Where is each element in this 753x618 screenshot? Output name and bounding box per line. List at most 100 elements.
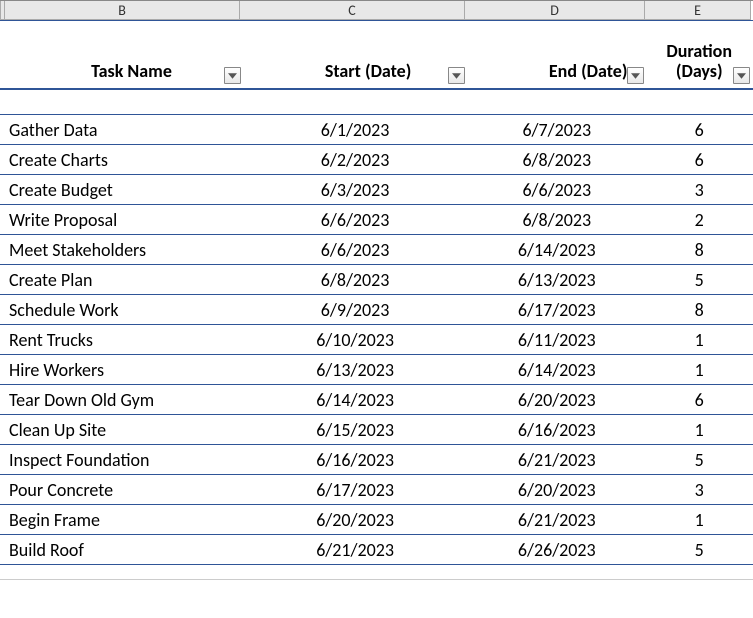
- cell-task[interactable]: Pour Concrete: [5, 475, 244, 504]
- cell-start[interactable]: 6/1/2023: [244, 115, 468, 144]
- table-row: Create Plan6/8/20236/13/20235: [0, 265, 753, 295]
- cell-task[interactable]: Build Roof: [5, 535, 244, 564]
- table-row: Inspect Foundation6/16/20236/21/20235: [0, 445, 753, 475]
- table-row: Create Budget6/3/20236/6/20233: [0, 175, 753, 205]
- cell-task[interactable]: Gather Data: [5, 115, 244, 144]
- cell-task[interactable]: Inspect Foundation: [5, 445, 244, 474]
- cell-task[interactable]: Hire Workers: [5, 355, 244, 384]
- spreadsheet: B C D E Task Name Start (Date): [0, 0, 753, 618]
- cell-duration[interactable]: 5: [647, 535, 753, 564]
- cell-duration[interactable]: 1: [647, 505, 753, 534]
- cell-end[interactable]: 6/21/2023: [468, 445, 647, 474]
- cell-start[interactable]: 6/10/2023: [244, 325, 468, 354]
- cell-start[interactable]: 6/21/2023: [244, 535, 468, 564]
- cell-end[interactable]: 6/21/2023: [468, 505, 647, 534]
- grid: Task Name Start (Date) End (Date): [0, 20, 753, 580]
- cell-end[interactable]: 6/20/2023: [468, 475, 647, 504]
- table-row: Begin Frame6/20/20236/21/20231: [0, 505, 753, 535]
- cell-task[interactable]: Tear Down Old Gym: [5, 385, 244, 414]
- cell-start[interactable]: 6/17/2023: [244, 475, 468, 504]
- cell-end[interactable]: 6/17/2023: [468, 295, 647, 324]
- filter-button-start[interactable]: [448, 67, 465, 84]
- header-end[interactable]: End (Date): [468, 21, 647, 88]
- cell-task[interactable]: Rent Trucks: [5, 325, 244, 354]
- cell-end[interactable]: 6/6/2023: [468, 175, 647, 204]
- column-headers-row: B C D E: [0, 0, 753, 20]
- cell-end[interactable]: 6/26/2023: [468, 535, 647, 564]
- header-end-label: End (Date): [549, 60, 628, 82]
- table-row: Meet Stakeholders6/6/20236/14/20238: [0, 235, 753, 265]
- cell-duration[interactable]: 5: [647, 445, 753, 474]
- cell-task[interactable]: Create Budget: [5, 175, 244, 204]
- cell-end[interactable]: 6/8/2023: [468, 205, 647, 234]
- table-row: Hire Workers6/13/20236/14/20231: [0, 355, 753, 385]
- col-header-D[interactable]: D: [465, 1, 645, 20]
- cell-duration[interactable]: 3: [647, 475, 753, 504]
- chevron-down-icon: [631, 73, 640, 79]
- cell-end[interactable]: 6/16/2023: [468, 415, 647, 444]
- header-duration-label-1: Duration: [666, 41, 732, 62]
- table-header-row: Task Name Start (Date) End (Date): [0, 20, 753, 90]
- cell-start[interactable]: 6/15/2023: [244, 415, 468, 444]
- chevron-down-icon: [452, 73, 461, 79]
- table-row: Rent Trucks6/10/20236/11/20231: [0, 325, 753, 355]
- cell-task[interactable]: Create Plan: [5, 265, 244, 294]
- cell-end[interactable]: 6/11/2023: [468, 325, 647, 354]
- cell-duration[interactable]: 1: [647, 355, 753, 384]
- cell-task[interactable]: Write Proposal: [5, 205, 244, 234]
- filter-button-task[interactable]: [224, 67, 241, 84]
- table-row: Tear Down Old Gym6/14/20236/20/20236: [0, 385, 753, 415]
- cell-duration[interactable]: 6: [647, 115, 753, 144]
- cell-end[interactable]: 6/20/2023: [468, 385, 647, 414]
- col-header-B[interactable]: B: [5, 1, 240, 20]
- cell-end[interactable]: 6/7/2023: [468, 115, 647, 144]
- header-task[interactable]: Task Name: [5, 21, 244, 88]
- header-duration[interactable]: Duration (Days): [647, 21, 753, 88]
- cell-start[interactable]: 6/6/2023: [244, 235, 468, 264]
- cell-end[interactable]: 6/14/2023: [468, 355, 647, 384]
- cell-end[interactable]: 6/13/2023: [468, 265, 647, 294]
- cell-start[interactable]: 6/3/2023: [244, 175, 468, 204]
- cell-start[interactable]: 6/13/2023: [244, 355, 468, 384]
- cell-duration[interactable]: 3: [647, 175, 753, 204]
- cell-start[interactable]: 6/16/2023: [244, 445, 468, 474]
- filter-button-duration[interactable]: [733, 67, 750, 84]
- header-start[interactable]: Start (Date): [244, 21, 468, 88]
- cell-task[interactable]: Meet Stakeholders: [5, 235, 244, 264]
- cell-duration[interactable]: 5: [647, 265, 753, 294]
- chevron-down-icon: [737, 73, 746, 79]
- cell-end[interactable]: 6/8/2023: [468, 145, 647, 174]
- cell-start[interactable]: 6/6/2023: [244, 205, 468, 234]
- cell-duration[interactable]: 1: [647, 415, 753, 444]
- cell-task[interactable]: Begin Frame: [5, 505, 244, 534]
- table-row: Pour Concrete6/17/20236/20/20233: [0, 475, 753, 505]
- header-duration-label-2: (Days): [676, 61, 723, 82]
- cell-duration[interactable]: 6: [647, 145, 753, 174]
- cell-start[interactable]: 6/9/2023: [244, 295, 468, 324]
- chevron-down-icon: [228, 73, 237, 79]
- cell-duration[interactable]: 8: [647, 235, 753, 264]
- cell-duration[interactable]: 2: [647, 205, 753, 234]
- cell-duration[interactable]: 1: [647, 325, 753, 354]
- table-row: Clean Up Site6/15/20236/16/20231: [0, 415, 753, 445]
- table-row: Gather Data6/1/20236/7/20236: [0, 115, 753, 145]
- cell-task[interactable]: Create Charts: [5, 145, 244, 174]
- cell-task[interactable]: Schedule Work: [5, 295, 244, 324]
- table-row: Create Charts6/2/20236/8/20236: [0, 145, 753, 175]
- table-row: Schedule Work6/9/20236/17/20238: [0, 295, 753, 325]
- spacer-row: [0, 90, 753, 115]
- cell-end[interactable]: 6/14/2023: [468, 235, 647, 264]
- col-header-C[interactable]: C: [240, 1, 465, 20]
- filter-button-end[interactable]: [627, 67, 644, 84]
- table-row: Write Proposal6/6/20236/8/20232: [0, 205, 753, 235]
- cell-start[interactable]: 6/20/2023: [244, 505, 468, 534]
- cell-start[interactable]: 6/2/2023: [244, 145, 468, 174]
- col-header-E[interactable]: E: [645, 1, 751, 20]
- cell-duration[interactable]: 8: [647, 295, 753, 324]
- cell-start[interactable]: 6/8/2023: [244, 265, 468, 294]
- cell-start[interactable]: 6/14/2023: [244, 385, 468, 414]
- empty-row: [0, 565, 753, 580]
- header-task-label: Task Name: [91, 60, 172, 82]
- cell-task[interactable]: Clean Up Site: [5, 415, 244, 444]
- cell-duration[interactable]: 6: [647, 385, 753, 414]
